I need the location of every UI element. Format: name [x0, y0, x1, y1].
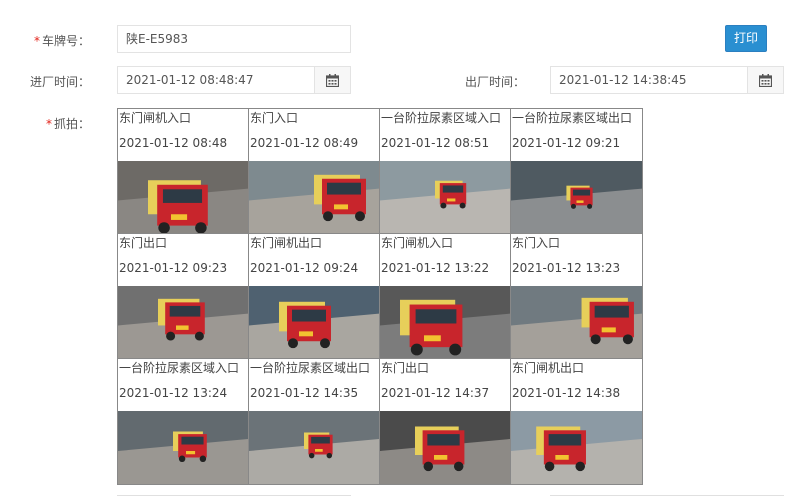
- snapshot-time: 2021-01-12 08:51: [381, 136, 490, 150]
- snapshot-time: 2021-01-12 14:35: [250, 386, 359, 400]
- snapshot-cell[interactable]: 东门闸机出口 2021-01-12 09:24: [249, 234, 380, 359]
- snapshot-cell[interactable]: 东门闸机出口 2021-01-12 14:38: [511, 359, 642, 484]
- entry-calendar-button[interactable]: [314, 67, 350, 93]
- snapshot-time: 2021-01-12 13:23: [512, 261, 621, 275]
- snapshot-time: 2021-01-12 08:48: [119, 136, 228, 150]
- snapshot-cell[interactable]: 一台阶拉尿素区域入口 2021-01-12 08:51: [380, 109, 511, 234]
- required-mark: *: [45, 117, 52, 131]
- snapshot-time: 2021-01-12 13:24: [119, 386, 228, 400]
- calendar-icon: [759, 73, 772, 87]
- exit-time-label: 出厂时间：: [464, 75, 525, 89]
- entry-time-input[interactable]: 2021-01-12 08:48:47: [117, 66, 351, 94]
- entry-time-value: 2021-01-12 08:48:47: [126, 73, 254, 87]
- snapshot-cell[interactable]: 一台阶拉尿素区域出口 2021-01-12 14:35: [249, 359, 380, 484]
- snapshot-photo[interactable]: [118, 286, 248, 358]
- snapshot-location: 东门入口: [512, 236, 561, 250]
- snapshot-location: 东门入口: [250, 111, 299, 125]
- snapshot-location: 一台阶拉尿素区域出口: [250, 361, 371, 375]
- snapshot-location: 一台阶拉尿素区域入口: [381, 111, 502, 125]
- snapshot-cell[interactable]: 东门入口 2021-01-12 13:23: [511, 234, 642, 359]
- snapshot-photo[interactable]: [511, 161, 642, 233]
- exit-calendar-button[interactable]: [747, 67, 783, 93]
- snapshot-photo[interactable]: [511, 286, 642, 358]
- snapshot-cell[interactable]: 一台阶拉尿素区域入口 2021-01-12 13:24: [118, 359, 249, 484]
- snapshot-photo[interactable]: [118, 411, 248, 484]
- snapshot-location: 东门闸机入口: [381, 236, 454, 250]
- plate-value: 陕E-E5983: [126, 32, 189, 46]
- plate-label: * 车牌号：: [20, 32, 90, 49]
- snapshot-photo[interactable]: [380, 286, 510, 358]
- snapshot-cell[interactable]: 东门出口 2021-01-12 14:37: [380, 359, 511, 484]
- snapshot-cell[interactable]: 东门闸机入口 2021-01-12 13:22: [380, 234, 511, 359]
- snapshot-time: 2021-01-12 13:22: [381, 261, 490, 275]
- snapshot-location: 东门出口: [119, 236, 168, 250]
- snapshot-time: 2021-01-12 09:24: [250, 261, 359, 275]
- snapshot-time: 2021-01-12 09:23: [119, 261, 228, 275]
- divider: [117, 495, 351, 496]
- snapshot-time: 2021-01-12 14:37: [381, 386, 490, 400]
- exit-time-input[interactable]: 2021-01-12 14:38:45: [550, 66, 784, 94]
- snapshot-photo[interactable]: [249, 161, 379, 233]
- entry-time-label: 进厂时间：: [29, 75, 90, 89]
- plate-label-text: 车牌号：: [41, 34, 90, 48]
- snapshot-location: 东门出口: [381, 361, 430, 375]
- snapshot-grid: 东门闸机入口 2021-01-12 08:48 东门入口 2021-01-12 08:…: [117, 108, 643, 485]
- snapshot-photo[interactable]: [511, 411, 642, 484]
- snapshot-time: 2021-01-12 08:49: [250, 136, 359, 150]
- snapshot-cell[interactable]: 一台阶拉尿素区域出口 2021-01-12 09:21: [511, 109, 642, 234]
- required-mark: *: [33, 34, 40, 48]
- snapshot-location: 东门闸机出口: [512, 361, 585, 375]
- snapshot-location: 一台阶拉尿素区域出口: [512, 111, 633, 125]
- exit-time-value: 2021-01-12 14:38:45: [559, 73, 687, 87]
- snapshot-location: 东门闸机入口: [119, 111, 192, 125]
- snapshot-location: 东门闸机出口: [250, 236, 323, 250]
- snapshot-time: 2021-01-12 14:38: [512, 386, 621, 400]
- snapshot-photo[interactable]: [118, 161, 248, 233]
- divider: [550, 495, 784, 496]
- snapshot-photo[interactable]: [380, 411, 510, 484]
- snapshot-photo[interactable]: [249, 411, 379, 484]
- snapshot-label: * 抓拍：: [20, 115, 90, 132]
- snapshot-photo[interactable]: [249, 286, 379, 358]
- print-button[interactable]: 打印: [725, 25, 767, 52]
- snapshot-location: 一台阶拉尿素区域入口: [119, 361, 240, 375]
- snapshot-photo[interactable]: [380, 161, 510, 233]
- snapshot-cell[interactable]: 东门闸机入口 2021-01-12 08:48: [118, 109, 249, 234]
- snapshot-label-text: 抓拍：: [53, 117, 90, 131]
- snapshot-time: 2021-01-12 09:21: [512, 136, 621, 150]
- snapshot-cell[interactable]: 东门出口 2021-01-12 09:23: [118, 234, 249, 359]
- plate-input[interactable]: 陕E-E5983: [117, 25, 351, 53]
- calendar-icon: [326, 73, 339, 87]
- snapshot-cell[interactable]: 东门入口 2021-01-12 08:49: [249, 109, 380, 234]
